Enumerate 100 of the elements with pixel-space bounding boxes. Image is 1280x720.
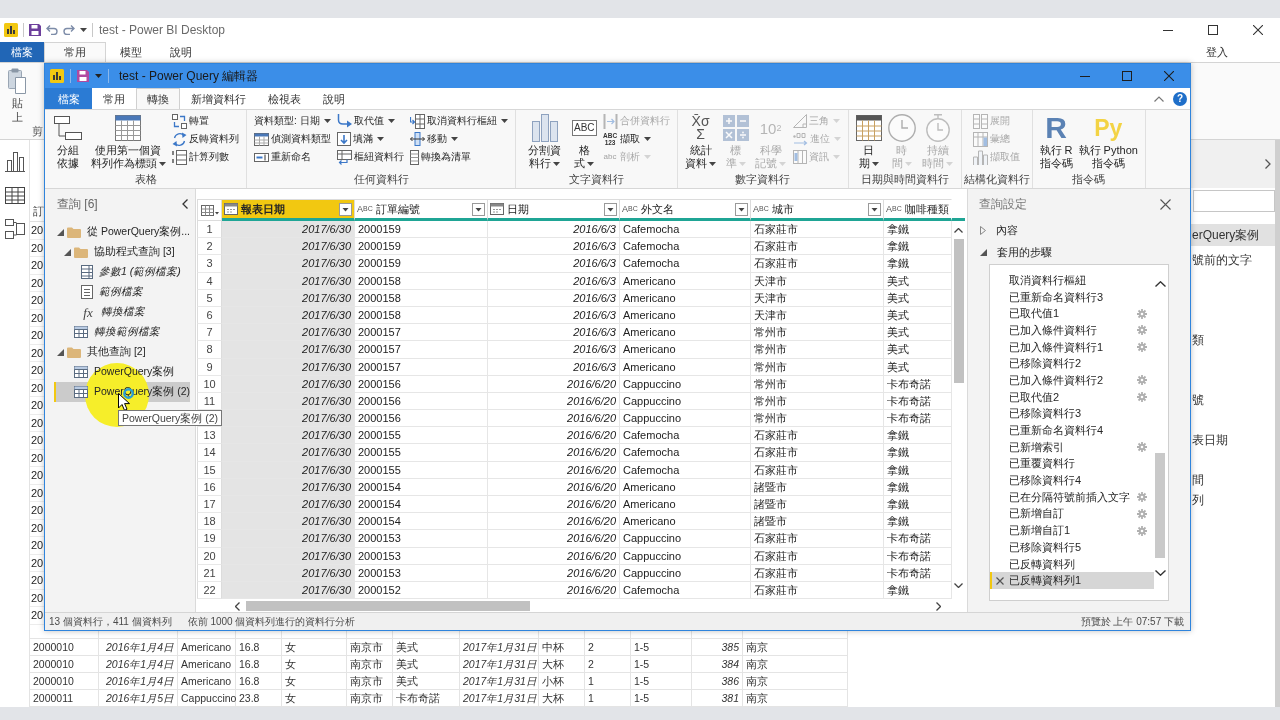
ribbon-button[interactable]: 偵測資料類型	[252, 130, 333, 148]
scroll-right-icon[interactable]	[936, 601, 941, 611]
scroll-down-icon[interactable]	[954, 583, 963, 588]
ribbon-button[interactable]: 轉換為清單	[408, 148, 510, 166]
ribbon-button[interactable]: 樞紐資料行	[335, 148, 406, 166]
help-button[interactable]: ?	[1173, 91, 1187, 106]
bar-chart-icon[interactable]	[4, 152, 25, 172]
tree-item[interactable]: 範例檔案	[54, 282, 190, 302]
scroll-left-icon[interactable]	[235, 601, 240, 611]
step-item[interactable]: 已加入條件資料行2	[990, 372, 1154, 389]
tree-item[interactable]: 轉換範例檔案	[54, 322, 190, 342]
ribbon-button[interactable]: 使用第一個資料列作為標頭	[88, 112, 168, 170]
filter-dropdown-icon[interactable]	[868, 202, 881, 216]
chevron-up-icon[interactable]	[1154, 95, 1164, 102]
save-icon[interactable]	[29, 24, 41, 36]
step-item[interactable]: 已反轉資料列	[990, 555, 1154, 573]
maximize-icon[interactable]	[1122, 71, 1132, 81]
scrollbar-thumb[interactable]	[953, 239, 964, 383]
tree-item[interactable]: 參數1 (範例檔案)	[54, 262, 190, 282]
sign-in-link[interactable]: 登入	[1206, 42, 1228, 62]
step-item[interactable]: 已取代值2	[990, 388, 1154, 406]
step-item[interactable]: 已新增自訂	[990, 505, 1154, 523]
field-list-item[interactable]: 號	[1191, 390, 1275, 410]
close-icon[interactable]	[1252, 25, 1263, 35]
field-list-item[interactable]: 類	[1191, 330, 1275, 350]
step-item[interactable]: 已重新命名資料行4	[990, 422, 1154, 439]
step-item[interactable]: 已取代值1	[990, 305, 1154, 323]
table-icon[interactable]	[4, 187, 25, 204]
app-logo-icon[interactable]	[4, 23, 18, 37]
section-header[interactable]: 內容	[968, 220, 1190, 241]
ribbon-button[interactable]: X̄σ Σ 統計資料	[682, 112, 719, 170]
redo-icon[interactable]	[63, 25, 75, 35]
ribbon-button[interactable]: 反轉資料列	[170, 130, 241, 148]
ribbon-tab[interactable]: 說明	[156, 42, 206, 62]
step-item[interactable]: 已新增自訂1	[990, 522, 1154, 539]
scroll-up-icon[interactable]	[954, 228, 963, 233]
field-list-item[interactable]: erQuery案例	[1191, 224, 1275, 246]
close-icon[interactable]	[1160, 198, 1171, 210]
step-item[interactable]: 已加入條件資料行1	[990, 338, 1154, 356]
app-logo-icon[interactable]	[50, 69, 64, 83]
caret-icon[interactable]	[80, 28, 87, 32]
diagram-icon[interactable]	[4, 219, 25, 239]
chevron-right-icon[interactable]	[1265, 159, 1271, 169]
field-list-item[interactable]: 列	[1191, 490, 1275, 510]
ribbon-button[interactable]: ABC 格式	[570, 112, 599, 170]
close-icon[interactable]	[1164, 71, 1174, 81]
expand-triangle-icon[interactable]	[64, 248, 71, 256]
filter-dropdown-icon[interactable]	[604, 202, 617, 216]
ribbon-button[interactable]: 重新命名	[252, 148, 333, 166]
field-list-item[interactable]: 表日期	[1191, 430, 1275, 450]
step-item[interactable]: 已重覆資料行	[990, 455, 1154, 473]
step-item[interactable]: 已新增索引	[990, 438, 1154, 456]
filter-dropdown-icon[interactable]	[735, 202, 748, 216]
ribbon-button[interactable]: 取代值	[335, 112, 406, 130]
collapsed-triangle-icon[interactable]	[980, 226, 986, 235]
ribbon-button[interactable]: Py 執行 Python 指令碼	[1076, 112, 1140, 170]
ribbon-button[interactable]: 計算列數	[170, 148, 241, 166]
ribbon-tab[interactable]: 檢視表	[257, 88, 312, 109]
ribbon-tab[interactable]: 模型	[106, 42, 156, 62]
ribbon-tab[interactable]: 新增資料行	[180, 88, 257, 109]
step-item[interactable]: 已重新命名資料行3	[990, 288, 1154, 306]
ribbon-button[interactable]: 轉置	[170, 112, 241, 130]
ribbon-tab[interactable]: 說明	[312, 88, 356, 109]
step-item[interactable]: 已在分隔符號前插入文字	[990, 488, 1154, 506]
ribbon-tab[interactable]: 常用	[44, 42, 106, 62]
step-item[interactable]: 已加入條件資料行	[990, 322, 1154, 339]
ribbon-button[interactable]: 移動	[408, 130, 510, 148]
tree-item[interactable]: fx 轉換檔案	[54, 302, 190, 322]
caret-icon[interactable]	[95, 74, 102, 78]
expand-triangle-icon[interactable]	[57, 348, 64, 356]
scrollbar-thumb[interactable]	[246, 601, 530, 611]
chevron-left-icon[interactable]	[182, 199, 188, 209]
expand-triangle-icon[interactable]	[980, 249, 987, 256]
file-tab[interactable]: 檔案	[45, 88, 92, 109]
section-header[interactable]: 套用的步驟	[968, 242, 1190, 263]
minimize-icon[interactable]	[1080, 75, 1090, 77]
delete-icon[interactable]	[996, 576, 1004, 585]
step-item[interactable]: 已反轉資料列1	[990, 572, 1154, 590]
save-icon[interactable]	[77, 70, 89, 82]
tree-item[interactable]: 從 PowerQuery案例...	[54, 222, 190, 242]
file-tab[interactable]: 檔案	[0, 42, 44, 62]
step-item[interactable]: 已移除資料行5	[990, 539, 1154, 556]
field-list-item[interactable]: 間	[1191, 470, 1275, 490]
search-field[interactable]	[1193, 190, 1275, 212]
field-list-item[interactable]: 號前的文字	[1191, 250, 1275, 270]
minimize-icon[interactable]	[1162, 29, 1173, 31]
maximize-icon[interactable]	[1207, 25, 1218, 35]
ribbon-button[interactable]: R 執行 R 指令碼	[1037, 112, 1075, 170]
step-item[interactable]: 已移除資料行4	[990, 472, 1154, 489]
scrollbar-thumb[interactable]	[1155, 453, 1165, 558]
ribbon-button[interactable]: 資料類型: 日期	[252, 112, 333, 130]
undo-icon[interactable]	[46, 25, 58, 35]
column-header[interactable]: 報表日期	[222, 199, 355, 221]
ribbon-button[interactable]: 日期	[853, 112, 884, 170]
ribbon-button[interactable]: 分組依據	[50, 112, 86, 170]
tree-item[interactable]: 協助程式查詢 [3]	[54, 242, 190, 262]
ribbon-button[interactable]: 填滿	[335, 130, 406, 148]
filter-dropdown-icon[interactable]	[472, 202, 485, 216]
ribbon-tab[interactable]: 常用	[92, 88, 136, 109]
table-menu-icon[interactable]	[200, 204, 219, 216]
